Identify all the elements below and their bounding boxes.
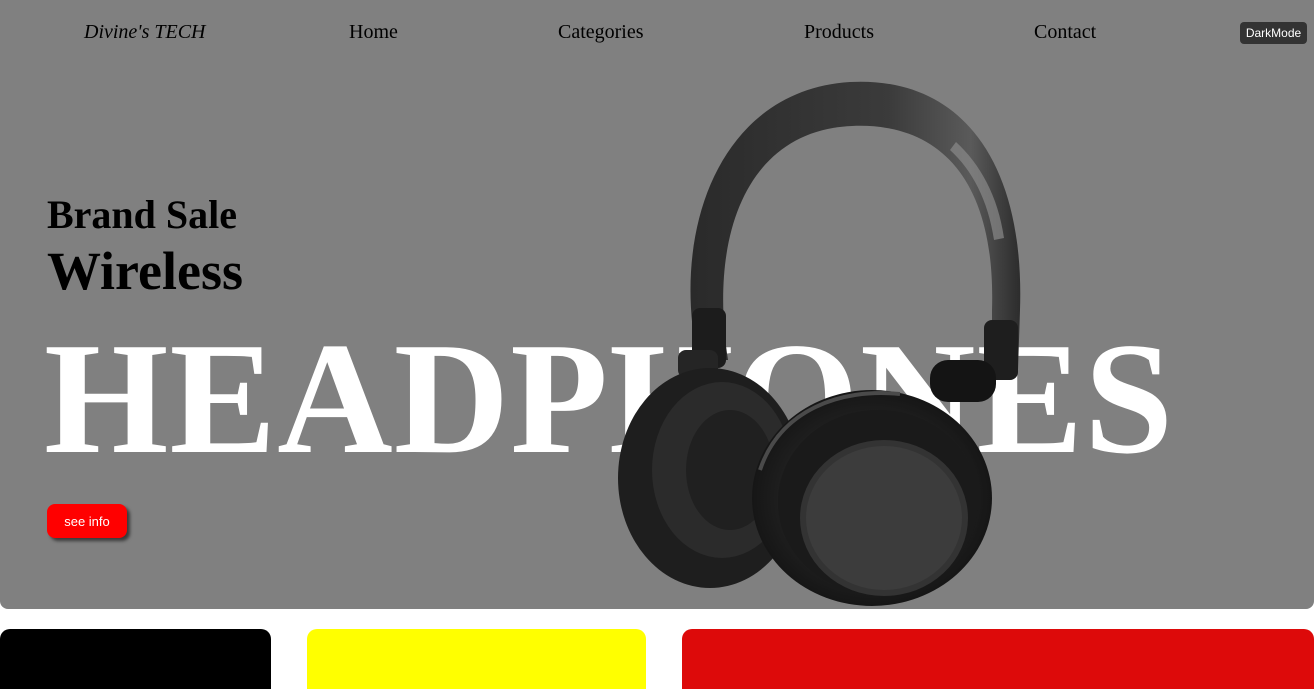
nav-categories[interactable]: Categories xyxy=(558,21,644,44)
category-card-black[interactable] xyxy=(0,629,271,689)
hero-section: Divine's TECH Home Categories Products C… xyxy=(0,0,1314,609)
nav-home[interactable]: Home xyxy=(349,21,398,44)
nav-contact[interactable]: Contact xyxy=(1034,21,1096,44)
hero-subtitle: Brand Sale xyxy=(47,192,238,237)
dark-mode-button[interactable]: DarkMode xyxy=(1240,22,1307,44)
hero-title: Wireless xyxy=(47,241,243,301)
category-card-yellow[interactable] xyxy=(307,629,646,689)
category-card-red[interactable] xyxy=(682,629,1314,689)
nav-products[interactable]: Products xyxy=(804,21,874,44)
see-info-button[interactable]: see info xyxy=(47,504,127,538)
brand-logo[interactable]: Divine's TECH xyxy=(84,21,206,44)
headphones-image xyxy=(618,81,1021,606)
